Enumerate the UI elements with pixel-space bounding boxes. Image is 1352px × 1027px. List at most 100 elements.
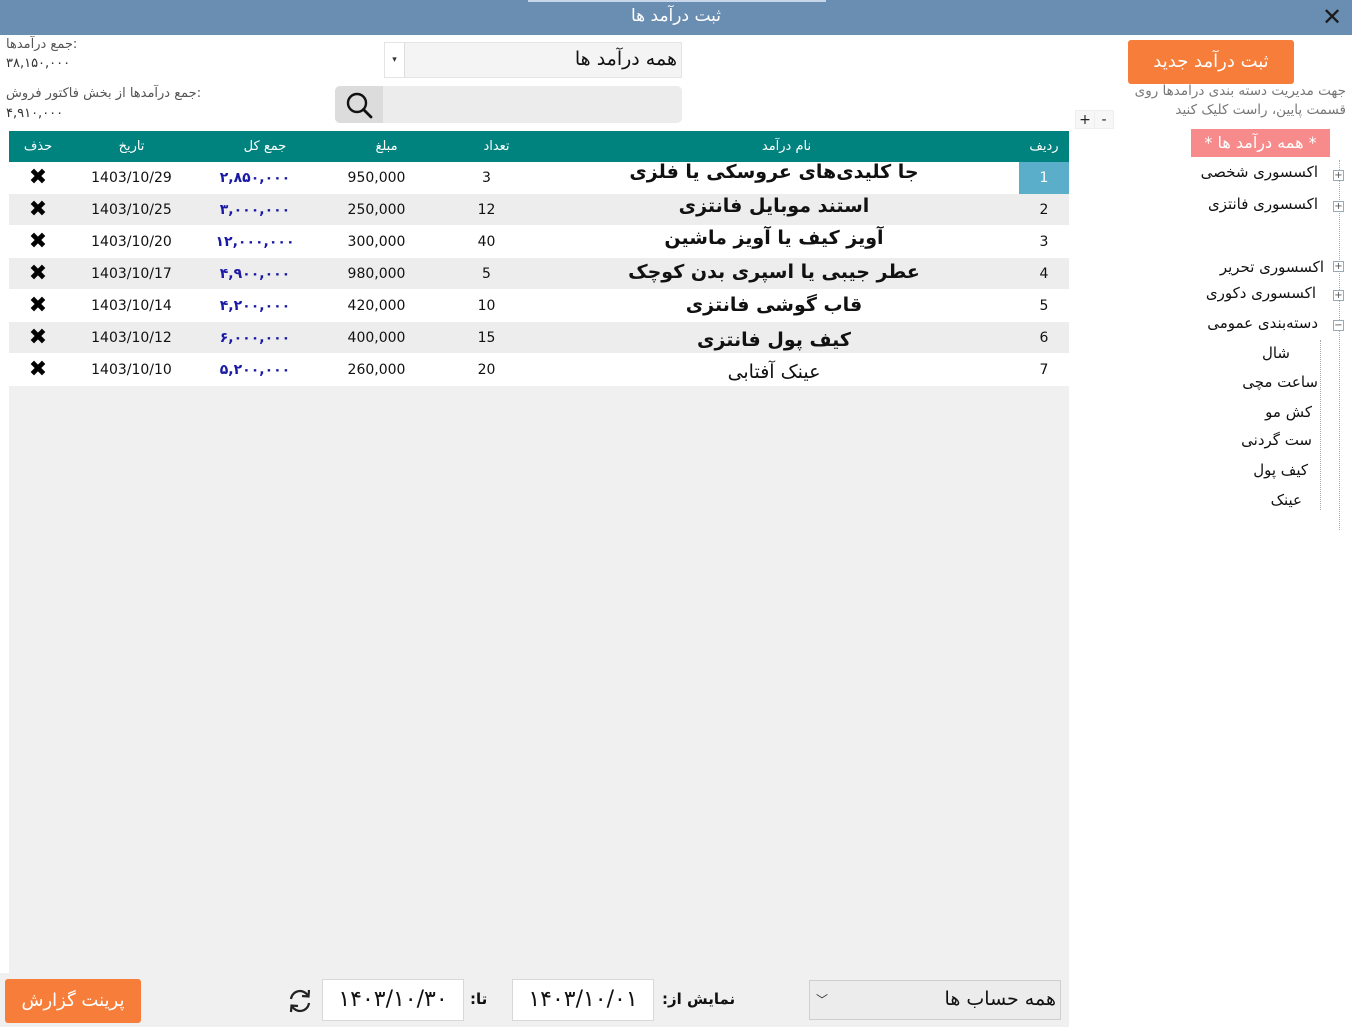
delete-icon[interactable]: ✖ xyxy=(13,322,63,354)
income-table: حذف تاریخ جمع کل مبلغ تعداد نام درآمد رد… xyxy=(9,131,1069,973)
row-index: 2 xyxy=(1039,202,1049,218)
row-qty: 5 xyxy=(482,266,491,282)
search-box xyxy=(335,86,682,123)
tree-child-necklace-set[interactable]: ست گردنی xyxy=(1241,431,1312,449)
row-amount: 250,000 xyxy=(347,202,406,218)
row-index: 4 xyxy=(1039,266,1049,282)
header-total[interactable]: جمع کل xyxy=(209,139,321,154)
row-qty: 15 xyxy=(477,330,496,346)
table-row[interactable]: ✖ 1403/10/14 ۴,۲۰۰,۰۰۰ 420,000 10 قاب گو… xyxy=(9,290,1069,322)
dropdown-arrow-icon[interactable]: ▾ xyxy=(385,43,405,77)
title-accent xyxy=(528,0,826,2)
row-qty: 40 xyxy=(477,234,496,250)
header-name[interactable]: نام درآمد xyxy=(529,139,1044,154)
row-name: جا کلیدی‌های عروسکی یا فلزی xyxy=(629,161,919,183)
row-name: آویز کیف یا آویز ماشین xyxy=(664,227,884,249)
delete-icon[interactable]: ✖ xyxy=(13,162,63,194)
tree-group-fancy[interactable]: اکسسوری فانتزی xyxy=(1208,195,1318,213)
tree-child-hairband[interactable]: کش مو xyxy=(1265,403,1312,421)
row-index: 7 xyxy=(1039,362,1049,378)
delete-icon[interactable]: ✖ xyxy=(13,194,63,226)
row-date: 1403/10/29 xyxy=(91,170,172,186)
row-total: ۴,۲۰۰,۰۰۰ xyxy=(219,298,291,314)
row-index: 3 xyxy=(1039,234,1049,250)
expand-icon[interactable]: + xyxy=(1333,290,1344,301)
row-index: 6 xyxy=(1039,330,1049,346)
header-amount[interactable]: مبلغ xyxy=(329,139,444,154)
tree-child-wallet[interactable]: کیف پول xyxy=(1253,461,1308,479)
header-date[interactable]: تاریخ xyxy=(79,139,184,154)
chevron-down-icon[interactable]: ﹀ xyxy=(816,991,828,1008)
from-date-label: نمایش از: xyxy=(662,990,736,1008)
invoice-income-label: جمع درآمدها از بخش فاکتور فروش: xyxy=(6,86,202,101)
new-income-button[interactable]: ثبت درآمد جدید xyxy=(1128,40,1294,84)
delete-icon[interactable]: ✖ xyxy=(13,290,63,322)
tree-all-incomes[interactable]: * همه درآمد ها * xyxy=(1191,129,1330,157)
tree-child-shawl[interactable]: شال xyxy=(1262,344,1290,362)
total-income-label: جمع درآمدها: xyxy=(6,37,78,52)
table-row[interactable]: ✖ 1403/10/20 ۱۲,۰۰۰,۰۰۰ 300,000 40 آویز … xyxy=(9,226,1069,258)
row-total: ۲,۸۵۰,۰۰۰ xyxy=(219,170,291,186)
table-row[interactable]: ✖ 1403/10/29 ۲,۸۵۰,۰۰۰ 950,000 3 جا کلید… xyxy=(9,162,1069,194)
print-report-button[interactable]: پرینت گزارش xyxy=(5,979,141,1023)
expand-icon[interactable]: + xyxy=(1333,170,1344,181)
title-bar: ثبت درآمد ها ✕ xyxy=(0,0,1352,35)
delete-icon[interactable]: ✖ xyxy=(13,258,63,290)
row-date: 1403/10/10 xyxy=(91,362,172,378)
header-delete[interactable]: حذف xyxy=(13,139,63,154)
tree-child-watch[interactable]: ساعت مچی xyxy=(1242,373,1318,391)
invoice-income-value: ۴,۹۱۰,۰۰۰ xyxy=(6,106,64,121)
table-row[interactable]: ✖ 1403/10/10 ۵,۲۰۰,۰۰۰ 260,000 20 عینک آ… xyxy=(9,354,1069,386)
total-income-value: ۳۸,۱۵۰,۰۰۰ xyxy=(6,56,71,71)
row-amount: 420,000 xyxy=(347,298,406,314)
table-row[interactable]: ✖ 1403/10/25 ۳,۰۰۰,۰۰۰ 250,000 12 استند … xyxy=(9,194,1069,226)
row-date: 1403/10/12 xyxy=(91,330,172,346)
row-date: 1403/10/25 xyxy=(91,202,172,218)
account-select[interactable]: ﹀ همه حساب ها xyxy=(809,980,1061,1020)
delete-icon[interactable]: ✖ xyxy=(13,354,63,386)
tree-group-personal[interactable]: اکسسوری شخصی xyxy=(1201,163,1318,181)
search-input[interactable] xyxy=(383,86,682,123)
category-select[interactable]: ▾ همه درآمد ها xyxy=(384,42,682,78)
delete-icon[interactable]: ✖ xyxy=(13,226,63,258)
account-select-value: همه حساب ها xyxy=(944,988,1056,1010)
row-qty: 10 xyxy=(477,298,496,314)
row-amount: 950,000 xyxy=(347,170,406,186)
tree-group-general[interactable]: دسته‌بندی عمومی xyxy=(1207,314,1318,332)
row-index: 5 xyxy=(1039,298,1049,314)
to-date-field[interactable]: ۱۴۰۳/۱۰/۳۰ xyxy=(322,979,464,1021)
row-total: ۵,۲۰۰,۰۰۰ xyxy=(219,362,291,378)
refresh-icon[interactable] xyxy=(285,986,315,1016)
expand-icon[interactable]: + xyxy=(1333,261,1344,272)
window-title: ثبت درآمد ها xyxy=(630,6,722,26)
row-name: عینک آفتابی xyxy=(727,361,821,383)
tree-group-decor[interactable]: اکسسوری دکوری xyxy=(1206,284,1316,302)
expand-icon[interactable]: + xyxy=(1333,201,1344,212)
row-date: 1403/10/14 xyxy=(91,298,172,314)
row-total: ۱۲,۰۰۰,۰۰۰ xyxy=(215,234,295,250)
row-total: ۴,۹۰۰,۰۰۰ xyxy=(219,266,291,282)
row-name: قاب گوشی فانتزی xyxy=(685,294,863,316)
tree-child-line xyxy=(1320,340,1321,510)
row-qty: 12 xyxy=(477,202,496,218)
row-qty: 20 xyxy=(477,362,496,378)
table-header: حذف تاریخ جمع کل مبلغ تعداد نام درآمد رد… xyxy=(9,131,1069,162)
expand-all-button[interactable]: + xyxy=(1075,110,1095,129)
close-icon[interactable]: ✕ xyxy=(1318,3,1346,31)
collapse-all-button[interactable]: - xyxy=(1094,110,1114,129)
table-row[interactable]: ✖ 1403/10/12 ۶,۰۰۰,۰۰۰ 400,000 15 کیف پو… xyxy=(9,322,1069,354)
row-name: عطر جیبی یا اسپری بدن کوچک xyxy=(628,261,920,283)
tree-child-glasses[interactable]: عینک xyxy=(1271,491,1302,509)
header-index[interactable]: ردیف xyxy=(1019,139,1069,154)
row-date: 1403/10/20 xyxy=(91,234,172,250)
search-button[interactable] xyxy=(335,86,383,123)
collapse-icon[interactable]: − xyxy=(1333,320,1344,331)
category-select-value: همه درآمد ها xyxy=(574,48,677,70)
table-row[interactable]: ✖ 1403/10/17 ۴,۹۰۰,۰۰۰ 980,000 5 عطر جیب… xyxy=(9,258,1069,290)
search-icon xyxy=(346,92,373,119)
row-amount: 260,000 xyxy=(347,362,406,378)
row-amount: 400,000 xyxy=(347,330,406,346)
row-index: 1 xyxy=(1019,162,1069,194)
tree-group-stationery[interactable]: اکسسوری تحریر xyxy=(1220,258,1324,276)
from-date-field[interactable]: ۱۴۰۳/۱۰/۰۱ xyxy=(512,979,654,1021)
